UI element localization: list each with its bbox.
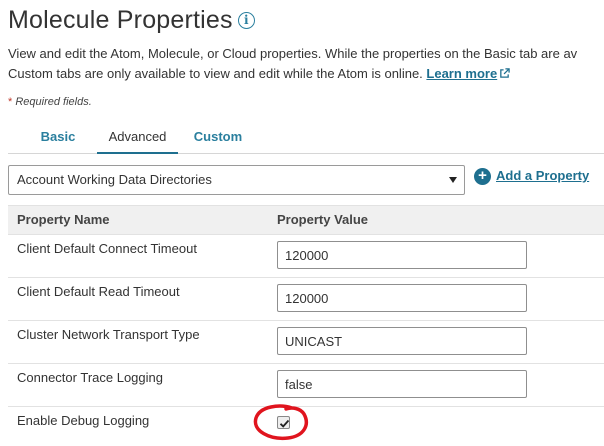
required-star: * [8, 96, 13, 108]
description-line-2: Custom tabs are only available to view a… [8, 64, 604, 84]
table-row: Cluster Network Transport Type [8, 320, 604, 363]
properties-table: Property Name Property Value Client Defa… [8, 205, 604, 446]
table-row: Client Default Connect Timeout [8, 234, 604, 277]
property-select-value: Account Working Data Directories [17, 172, 212, 187]
property-name: Client Default Read Timeout [17, 284, 180, 299]
property-name: Client Default Connect Timeout [17, 241, 197, 256]
info-icon[interactable]: i [237, 11, 255, 29]
table-row: Enable Debug Logging [8, 406, 604, 446]
required-fields-note: * Required fields. [8, 96, 92, 108]
tab-bar: Basic Advanced Custom [8, 126, 604, 154]
tab-custom[interactable]: Custom [188, 126, 248, 154]
table-row: Client Default Read Timeout [8, 277, 604, 320]
table-row: Connector Trace Logging [8, 363, 604, 406]
caret-down-icon [449, 177, 457, 183]
column-header-name: Property Name [17, 212, 110, 227]
checkmark-icon [279, 419, 290, 428]
external-link-icon[interactable] [499, 68, 510, 79]
required-text: Required fields. [15, 96, 92, 108]
add-property-link[interactable]: Add a Property [496, 168, 589, 183]
tab-advanced[interactable]: Advanced [97, 126, 178, 154]
table-header: Property Name Property Value [8, 205, 604, 234]
property-value-input[interactable] [277, 241, 527, 269]
plus-circle-icon[interactable]: + [474, 168, 491, 185]
property-select[interactable]: Account Working Data Directories [8, 165, 465, 195]
enable-debug-logging-checkbox[interactable] [277, 416, 290, 429]
property-name: Enable Debug Logging [17, 413, 150, 428]
learn-more-link[interactable]: Learn more [426, 66, 497, 81]
page-title: Molecule Properties [8, 5, 233, 34]
description-line-1: View and edit the Atom, Molecule, or Clo… [8, 46, 578, 61]
page-header: Molecule Properties i [8, 2, 255, 38]
tab-basic[interactable]: Basic [30, 126, 86, 154]
property-name: Connector Trace Logging [17, 370, 163, 385]
column-header-value: Property Value [277, 212, 369, 227]
page-description: View and edit the Atom, Molecule, or Clo… [8, 44, 604, 84]
property-name: Cluster Network Transport Type [17, 327, 200, 342]
property-value-input[interactable] [277, 370, 527, 398]
property-value-input[interactable] [277, 327, 527, 355]
property-value-input[interactable] [277, 284, 527, 312]
description-text: Custom tabs are only available to view a… [8, 66, 423, 81]
add-property-control[interactable]: + Add a Property [474, 166, 589, 185]
